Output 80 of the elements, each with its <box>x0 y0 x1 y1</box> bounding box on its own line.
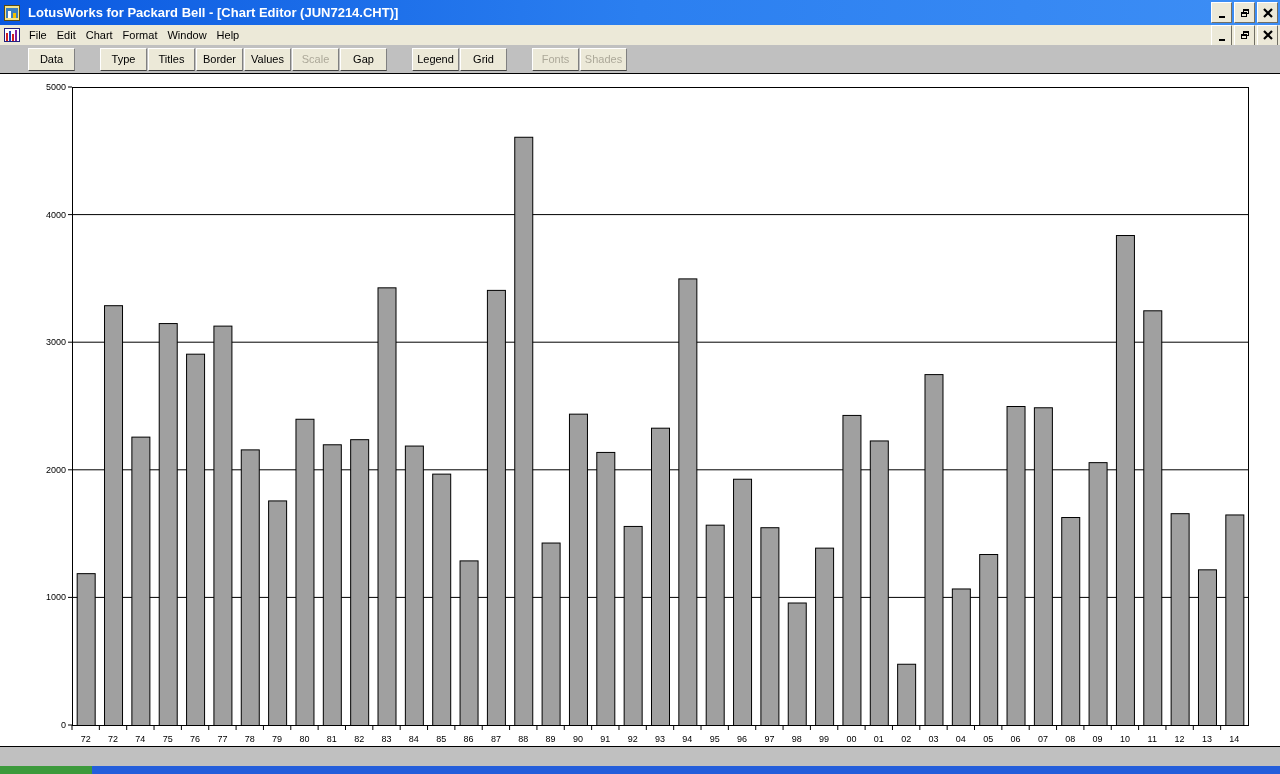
menu-item[interactable]: Edit <box>51 26 81 44</box>
axis-label: 08 <box>1065 734 1076 744</box>
axis-label: 91 <box>600 734 611 744</box>
close-icon <box>1262 30 1273 40</box>
toolbar-button[interactable]: Grid <box>460 47 507 71</box>
axis-label: 81 <box>326 734 337 744</box>
axis-label: 86 <box>463 734 474 744</box>
toolbar-button[interactable]: Border <box>196 47 243 71</box>
window-title: LotusWorks for Packard Bell - [Chart Editor (JUN7214.CHT)] <box>28 3 400 22</box>
axis-label: 99 <box>819 734 830 744</box>
axis-label: 89 <box>545 734 556 744</box>
restore-icon <box>1239 7 1250 18</box>
axis-label: 06 <box>1010 734 1021 744</box>
axis-label: 76 <box>190 734 201 744</box>
axis-label: 72 <box>80 734 91 744</box>
toolbar-button[interactable]: Gap <box>340 47 387 71</box>
close-icon <box>1262 7 1273 18</box>
axis-label: 5000 <box>45 82 66 92</box>
axis-label: 00 <box>846 734 857 744</box>
close-button[interactable] <box>1257 24 1278 46</box>
bar <box>897 663 917 726</box>
axis-label: 82 <box>354 734 365 744</box>
axis-label: 77 <box>217 734 228 744</box>
axis-label: 04 <box>955 734 966 744</box>
minimize-icon <box>1218 38 1225 41</box>
axis-label: 75 <box>162 734 173 744</box>
axis-label: 12 <box>1174 734 1185 744</box>
menu-item[interactable]: Window <box>162 26 212 44</box>
axis-label: 09 <box>1092 734 1103 744</box>
app-icon <box>4 4 20 21</box>
axis-label: 79 <box>272 734 283 744</box>
axis-label: 02 <box>901 734 912 744</box>
axis-label: 92 <box>627 734 638 744</box>
axis-label: 3000 <box>45 337 66 348</box>
minimize-icon <box>1218 16 1225 18</box>
toolbar-button[interactable]: Legend <box>412 47 459 71</box>
axis-label: 84 <box>408 734 419 744</box>
axis-label: 05 <box>983 734 994 744</box>
axis-label: 72 <box>108 734 119 744</box>
document-icon <box>4 28 20 42</box>
axis-label: 97 <box>764 734 775 744</box>
axis-label: 0 <box>61 720 66 730</box>
axis-label: 95 <box>709 734 720 744</box>
axis-label: 03 <box>928 734 939 744</box>
axis-label: 13 <box>1201 734 1212 744</box>
axis-label: 78 <box>244 734 255 744</box>
toolbar-button[interactable]: Data <box>28 47 75 71</box>
axis-label: 10 <box>1119 734 1130 744</box>
toolbar-button[interactable]: Titles <box>148 47 195 71</box>
axis-label: 83 <box>381 734 392 744</box>
axis-label: 98 <box>791 734 802 744</box>
minimize-button[interactable] <box>1211 24 1232 46</box>
axis-label: 93 <box>655 734 665 744</box>
axis-label: 87 <box>490 734 501 744</box>
axis-label: 80 <box>299 734 310 744</box>
restore-icon <box>1239 30 1250 40</box>
axis-label: 14 <box>1229 734 1240 744</box>
axis-label: 85 <box>436 734 447 744</box>
toolbar-button[interactable]: Values <box>244 47 291 71</box>
menu-item[interactable]: File <box>24 26 52 44</box>
axis-label: 4000 <box>45 209 66 220</box>
menu-item[interactable]: Chart <box>80 26 118 44</box>
restore-button[interactable] <box>1234 24 1255 46</box>
axis-label: 74 <box>135 734 146 744</box>
axis-label: 94 <box>682 734 693 744</box>
toolbar-button[interactable]: Type <box>100 47 147 71</box>
axis-label: 1000 <box>45 592 66 603</box>
menu-item[interactable]: Help <box>211 26 245 44</box>
axis-label: 88 <box>518 734 529 744</box>
axis-label: 01 <box>873 734 884 744</box>
start-button[interactable] <box>0 766 92 774</box>
restore-button[interactable] <box>1234 2 1255 23</box>
axis-label: 2000 <box>45 464 66 475</box>
close-button[interactable] <box>1257 2 1278 23</box>
axis-label: 96 <box>737 734 748 744</box>
axis-label: 11 <box>1147 734 1157 744</box>
axis-label: 90 <box>572 734 583 744</box>
minimize-button[interactable] <box>1211 2 1232 23</box>
axis-label: 07 <box>1037 734 1048 744</box>
menu-item[interactable]: Format <box>117 26 163 44</box>
